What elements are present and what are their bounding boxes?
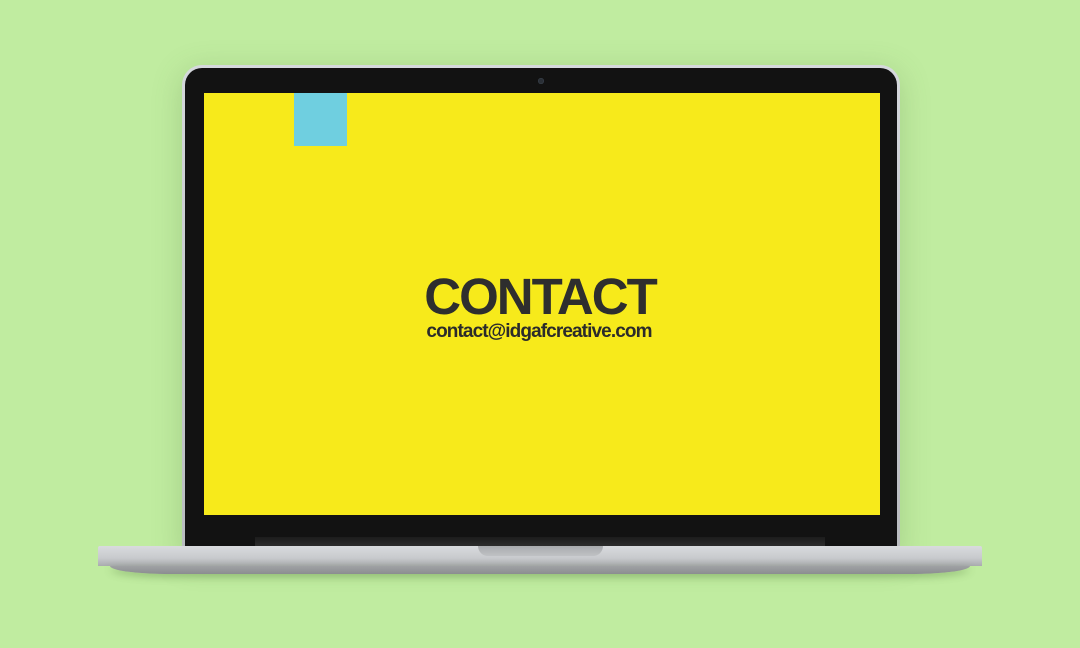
contact-heading: CONTACT: [424, 268, 658, 325]
laptop-mockup-scene: CONTACT contact@idgafcreative.com: [0, 0, 1080, 648]
menu-square-button[interactable]: [294, 93, 347, 146]
camera-icon: [538, 78, 544, 84]
laptop-base-edge: [110, 566, 970, 574]
laptop-opening-notch: [478, 546, 603, 556]
contact-email-link[interactable]: contact@idgafcreative.com: [426, 321, 652, 343]
laptop-screen: CONTACT contact@idgafcreative.com: [204, 93, 880, 515]
contact-section: CONTACT contact@idgafcreative.com: [204, 271, 880, 343]
